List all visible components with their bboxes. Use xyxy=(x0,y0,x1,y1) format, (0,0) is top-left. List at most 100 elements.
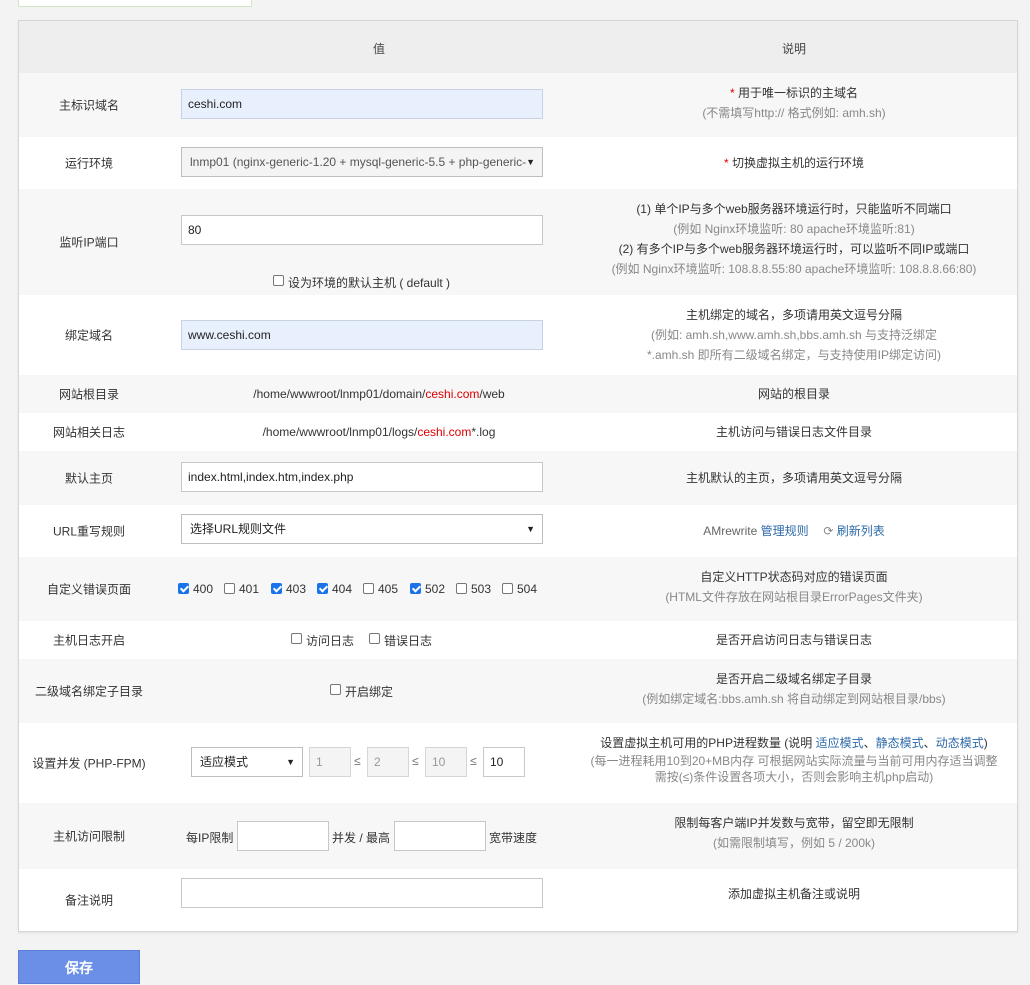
primary-domain-input[interactable]: ceshi.com xyxy=(181,89,543,119)
save-button[interactable]: 保存 xyxy=(18,950,140,984)
host-settings-panel: 值 说明 主标识域名 ceshi.com * 用于唯一标识的主域名 (不需填写h… xyxy=(18,20,1018,932)
row-label: 主机日志开启 xyxy=(52,633,125,648)
note-input[interactable] xyxy=(181,878,543,908)
row-default-index: 默认主页 index.html,index.htm,index.php 主机默认… xyxy=(19,451,1017,505)
desc-line: (1) 单个IP与多个web服务器环境运行时，只能监听不同端口 xyxy=(636,202,952,216)
table-header: 值 说明 xyxy=(19,21,1017,74)
row-php-fpm: 设置并发 (PHP-FPM) 适应模式 ▼ 1 ≤ 2 ≤ 10 ≤ 10 设置… xyxy=(19,723,1017,803)
desc-prefix: 设置虚拟主机可用的PHP进程数量 (说明 xyxy=(600,736,816,750)
url-rewrite-select[interactable]: 选择URL规则文件 ▼ xyxy=(181,514,543,544)
row-site-logs: 网站相关日志 /home/wwwroot/lnmp01/logs/ceshi.c… xyxy=(19,413,1017,451)
le-sign: ≤ xyxy=(470,754,477,768)
bandwidth-label: 宽带速度 xyxy=(489,831,538,845)
row-primary-domain: 主标识域名 ceshi.com * 用于唯一标识的主域名 (不需填写http:/… xyxy=(19,73,1017,137)
error-code-400-checkbox[interactable] xyxy=(178,583,189,594)
error-code-504-checkbox[interactable] xyxy=(502,583,513,594)
chevron-down-icon: ▼ xyxy=(526,524,535,534)
per-ip-label: 每IP限制 xyxy=(186,831,234,845)
path-suffix: /web xyxy=(479,387,505,401)
desc-subtext: (例如 Nginx环境监听: 80 apache环境监听:81) xyxy=(673,222,915,236)
error-code-label: 503 xyxy=(471,582,492,596)
site-logs-description: 主机访问与错误日志文件目录 xyxy=(715,425,872,439)
error-code-403-checkbox[interactable] xyxy=(271,583,282,594)
row-label: 绑定域名 xyxy=(64,328,113,343)
row-label: 主机访问限制 xyxy=(52,829,125,844)
desc-prefix: AMrewrite xyxy=(703,524,761,538)
row-label: 备注说明 xyxy=(64,893,113,908)
select-value: 适应模式 xyxy=(200,755,249,769)
row-label: 监听IP端口 xyxy=(59,235,119,250)
row-error-pages: 自定义错误页面 400 401 403 404 405 502 503 504 自定义HTTP… xyxy=(19,557,1017,621)
runtime-env-select[interactable]: lnmp01 (nginx-generic-1.20 + mysql-gener… xyxy=(181,147,543,177)
fpm-mode-select[interactable]: 适应模式 ▼ xyxy=(191,747,303,777)
row-url-rewrite: URL重写规则 选择URL规则文件 ▼ AMrewrite 管理规则 ⟳ 刷新列… xyxy=(19,505,1017,557)
path-prefix: /home/wwwroot/lnmp01/domain/ xyxy=(253,387,426,401)
error-code-502-checkbox[interactable] xyxy=(410,583,421,594)
manage-rules-link[interactable]: 管理规则 xyxy=(761,524,809,538)
desc-subtext: (HTML文件存放在网站根目录ErrorPages文件夹) xyxy=(665,590,923,604)
path-domain: ceshi.com xyxy=(425,387,480,401)
error-pages-description: 自定义HTTP状态码对应的错误页面 (HTML文件存放在网站根目录ErrorPa… xyxy=(599,567,989,607)
refresh-icon[interactable]: ⟳ xyxy=(823,524,833,538)
refresh-list-link[interactable]: 刷新列表 xyxy=(837,524,885,538)
listen-port-input[interactable]: 80 xyxy=(181,215,543,245)
select-value: lnmp01 (nginx-generic-1.20 + mysql-gener… xyxy=(190,155,527,169)
value-column-header: 值 xyxy=(372,42,385,56)
host-logs-description: 是否开启访问日志与错误日志 xyxy=(715,633,872,647)
desc-text: 切换虚拟主机的运行环境 xyxy=(728,156,864,170)
listen-port-description: (1) 单个IP与多个web服务器环境运行时，只能监听不同端口 (例如 Ngin… xyxy=(599,199,989,279)
error-code-405-checkbox[interactable] xyxy=(363,583,374,594)
error-log-label: 错误日志 xyxy=(384,634,433,648)
chevron-down-icon: ▼ xyxy=(526,157,535,167)
bind-domains-input[interactable]: www.ceshi.com xyxy=(181,320,543,350)
error-code-401-checkbox[interactable] xyxy=(224,583,235,594)
enable-binding-checkbox[interactable] xyxy=(330,684,341,695)
desc-suffix: ) xyxy=(983,736,988,750)
desc-line: 主机绑定的域名，多项请用英文逗号分隔 xyxy=(685,308,902,322)
fpm-start-servers-input[interactable]: 2 xyxy=(367,747,409,777)
desc-subtext: (如需限制填写，例如 5 / 200k) xyxy=(712,836,876,850)
error-log-checkbox[interactable] xyxy=(369,633,380,644)
error-code-404-checkbox[interactable] xyxy=(317,583,328,594)
fpm-min-spare-input[interactable]: 1 xyxy=(309,747,351,777)
path-suffix: *.log xyxy=(471,425,496,439)
enable-binding-label: 开启绑定 xyxy=(345,685,394,699)
primary-domain-description: * 用于唯一标识的主域名 (不需填写http:// 格式例如: amh.sh) xyxy=(599,83,989,123)
dynamic-mode-link[interactable]: 动态模式 xyxy=(936,736,984,750)
desc-subtext: (例如绑定域名:bbs.amh.sh 将自动绑定到网站根目录/bbs) xyxy=(642,692,946,706)
concurrency-limit-input[interactable] xyxy=(237,821,329,851)
static-mode-link[interactable]: 静态模式 xyxy=(876,736,924,750)
select-value: 选择URL规则文件 xyxy=(190,522,287,536)
desc-subtext: (不需填写http:// 格式例如: amh.sh) xyxy=(702,106,886,120)
site-logs-path: /home/wwwroot/lnmp01/logs/ceshi.com*.log xyxy=(159,425,599,439)
adaptive-mode-link[interactable]: 适应模式 xyxy=(816,736,864,750)
desc-subtext: (每一进程耗用10到20+MB内存 可根据网站实际流量与当前可用内存适当调整 xyxy=(590,754,998,768)
desc-subtext: *.amh.sh 即所有二级域名绑定，与支持使用IP绑定访问) xyxy=(646,348,942,362)
desc-line: 是否开启二级域名绑定子目录 xyxy=(715,672,872,686)
row-bind-domains: 绑定域名 www.ceshi.com 主机绑定的域名，多项请用英文逗号分隔 (例… xyxy=(19,295,1017,375)
row-access-limit: 主机访问限制 每IP限制 并发 / 最高 宽带速度 限制每客户端IP并发数与宽带… xyxy=(19,803,1017,869)
chevron-down-icon: ▼ xyxy=(286,757,295,767)
fpm-max-spare-input[interactable]: 10 xyxy=(425,747,467,777)
separator: 、 xyxy=(923,736,936,750)
php-fpm-description: 设置虚拟主机可用的PHP进程数量 (说明 适应模式、静态模式、动态模式) (每一… xyxy=(589,733,999,785)
access-log-checkbox[interactable] xyxy=(291,633,302,644)
fpm-max-children-input[interactable]: 10 xyxy=(483,747,525,777)
note-description: 添加虚拟主机备注或说明 xyxy=(727,887,860,901)
bandwidth-limit-input[interactable] xyxy=(394,821,486,851)
description-column-header: 说明 xyxy=(781,42,806,56)
access-log-label: 访问日志 xyxy=(306,634,355,648)
desc-subtext: (例如 Nginx环境监听: 108.8.8.55:80 apache环境监听:… xyxy=(611,262,977,276)
default-host-label: 设为环境的默认主机 ( default ) xyxy=(288,276,451,290)
error-code-label: 400 xyxy=(193,582,214,596)
error-code-label: 502 xyxy=(425,582,446,596)
default-host-checkbox[interactable] xyxy=(273,275,284,286)
desc-text: 用于唯一标识的主域名 xyxy=(734,86,858,100)
concurrency-max-label: 并发 / 最高 xyxy=(332,831,391,845)
desc-subtext: 需按(≤)条件设置各项大小，否则会影响主机php启动) xyxy=(654,770,934,784)
url-rewrite-description: AMrewrite 管理规则 ⟳ 刷新列表 xyxy=(599,521,989,541)
error-code-group: 400 401 403 404 405 502 503 504 xyxy=(19,557,599,621)
default-index-input[interactable]: index.html,index.htm,index.php xyxy=(181,462,543,492)
error-code-503-checkbox[interactable] xyxy=(456,583,467,594)
error-code-label: 404 xyxy=(332,582,353,596)
